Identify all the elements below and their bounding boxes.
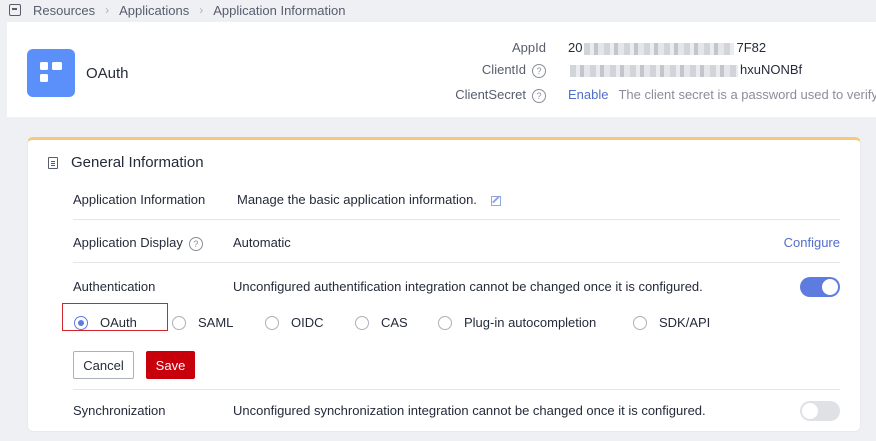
authentication-text: Unconfigured authentification integratio… [233,279,703,294]
divider [73,219,840,220]
app-info-text: Manage the basic application information… [237,192,477,207]
synchronization-text: Unconfigured synchronization integration… [233,403,706,418]
breadcrumb-applications[interactable]: Applications [119,3,189,18]
help-icon[interactable]: ? [188,236,203,251]
breadcrumb-resources[interactable]: Resources [33,3,95,18]
app-name: OAuth [86,65,129,82]
app-info-text-wrap: Manage the basic application information… [237,192,501,207]
clientid-label: ClientId [481,62,526,77]
radio-label: CAS [381,315,408,330]
chevron-right-icon: › [105,3,110,17]
redacted-mask [584,42,735,55]
radio-dot [265,315,279,330]
clientid-value: hxuNONBf [568,62,802,77]
radio-label: OIDC [291,315,324,330]
cancel-button[interactable]: Cancel [73,351,134,379]
redacted-mask [570,64,738,77]
general-information-card: General Information Application Informat… [27,137,861,432]
radio-oauth[interactable]: OAuth [74,315,137,330]
radio-saml[interactable]: SAML [172,315,233,330]
synchronization-label: Synchronization [73,403,166,418]
authentication-toggle[interactable] [800,277,840,297]
radio-dot [355,315,369,330]
toggle-knob [822,279,838,295]
app-display-label: Application Display [73,235,183,250]
configure-link[interactable]: Configure [784,235,840,250]
app-display-label-wrap: Application Display? [73,235,203,251]
divider [73,389,840,390]
enable-link[interactable]: Enable [568,87,608,102]
synchronization-toggle[interactable] [800,401,840,421]
radio-label: SAML [198,315,234,330]
help-icon[interactable]: ? [532,63,546,78]
breadcrumb: Resources › Applications › Application I… [0,0,876,20]
radio-sdk-api[interactable]: SDK/API [633,315,710,330]
app-info-label: Application Information [73,192,206,207]
toggle-knob [802,403,818,419]
help-icon[interactable]: ? [532,88,546,103]
appid-prefix: 20 [568,40,583,55]
clientsecret-label-wrap: ClientSecret? [455,87,546,103]
divider [73,262,840,263]
app-grid-icon [27,49,75,97]
section-header: General Information [48,154,204,171]
radio-dot [74,315,88,330]
save-button[interactable]: Save [146,351,195,379]
app-display-value: Automatic [233,235,291,250]
breadcrumb-current: Application Information [213,2,346,18]
appid-value: 20 7F82 [568,40,766,55]
appid-suffix: 7F82 [736,40,767,55]
clientsecret-label: ClientSecret [455,87,526,102]
radio-label: SDK/API [659,315,711,330]
clientid-label-wrap: ClientId? [482,62,546,78]
app-header-card: OAuth AppId 20 7F82 ClientId? hxuNONBf Cl… [7,22,876,117]
radio-plugin-autocompletion[interactable]: Plug-in autocompletion [438,315,596,330]
folder-icon [9,4,21,16]
radio-oidc[interactable]: OIDC [265,315,324,330]
clientsecret-value: Enable The client secret is a password us… [568,87,876,102]
section-title: General Information [71,154,204,171]
clientsecret-hint: The client secret is a password used to … [618,87,876,102]
radio-cas[interactable]: CAS [355,315,408,330]
radio-dot [438,315,452,330]
authentication-label: Authentication [73,279,156,294]
radio-label: OAuth [100,315,137,330]
document-icon [48,156,58,169]
appid-label: AppId [512,40,546,55]
edit-icon[interactable] [490,195,501,206]
chevron-right-icon: › [199,3,204,17]
radio-dot [633,315,647,330]
radio-label: Plug-in autocompletion [464,315,597,330]
clientid-suffix: hxuNONBf [740,62,803,77]
radio-dot [172,315,186,330]
